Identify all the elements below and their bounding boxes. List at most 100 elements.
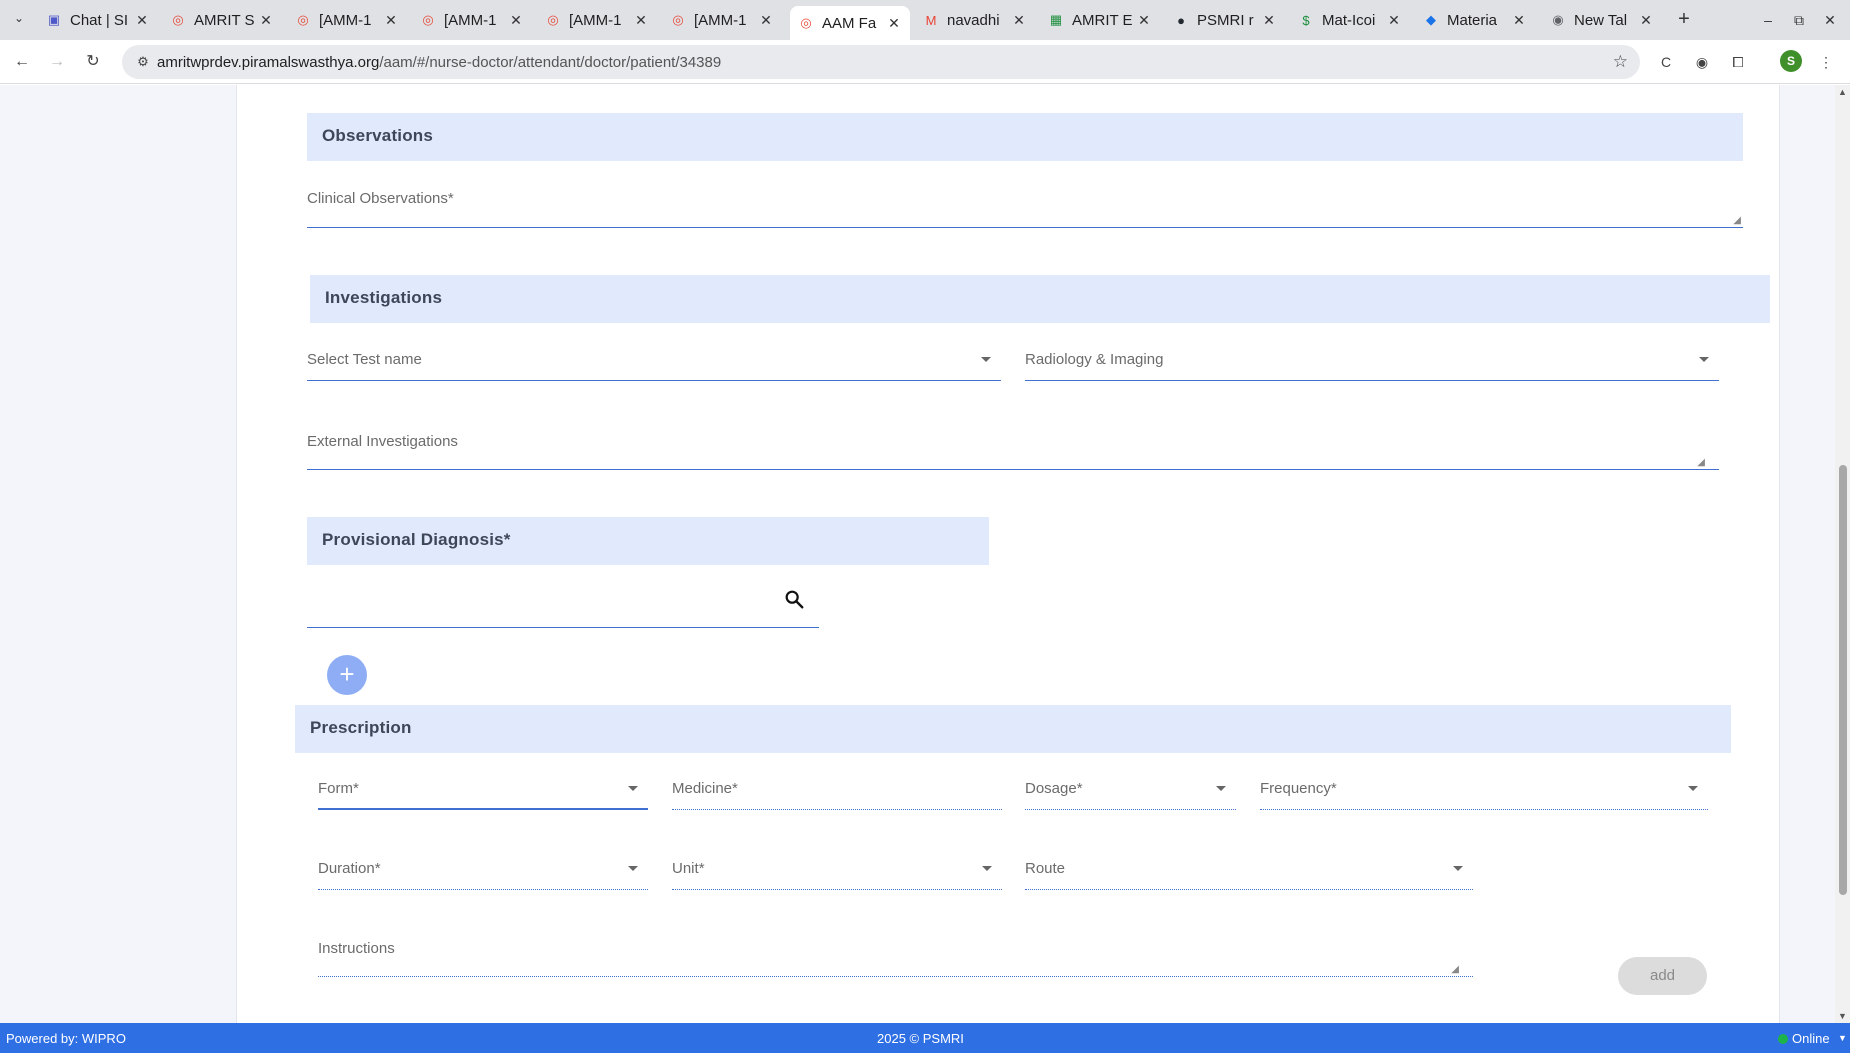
browser-tab[interactable]: ◆ Materia ✕: [1415, 6, 1535, 34]
test-name-select[interactable]: Select Test name: [307, 351, 1001, 381]
provisional-diagnosis-header: Provisional Diagnosis*: [307, 517, 989, 565]
page-content: ▲ ▼ Observations Clinical Observations* …: [0, 85, 1850, 1023]
extension-c-icon[interactable]: C: [1654, 50, 1678, 74]
browser-tab[interactable]: ▦ AMRIT E ✕: [1040, 6, 1160, 34]
tab-close-icon[interactable]: ✕: [1638, 12, 1654, 29]
instructions-label: Instructions: [318, 940, 395, 957]
clinical-observations-label: Clinical Observations*: [307, 190, 454, 207]
tab-close-icon[interactable]: ✕: [134, 12, 150, 29]
unit-label: Unit*: [672, 860, 705, 877]
form-select[interactable]: Form*: [318, 780, 648, 810]
amrit-icon: ◎: [800, 15, 812, 30]
tab-title: [AMM-1: [319, 11, 372, 29]
tab-close-icon[interactable]: ✕: [1011, 12, 1027, 29]
resize-handle-icon[interactable]: ◢: [1697, 457, 1705, 468]
add-prescription-button[interactable]: add: [1618, 957, 1707, 995]
back-arrow-icon[interactable]: ←: [10, 50, 34, 74]
dosage-select[interactable]: Dosage*: [1025, 780, 1236, 810]
browser-tab-strip: ⌄ ▣ Chat | SI ✕ ◎ AMRIT S ✕ ◎ [AMM-1 ✕ ◎ [AMM-1 ✕ ◎[…: [0, 0, 1850, 40]
browser-menu-icon[interactable]: ⋮: [1814, 50, 1838, 74]
browser-tab[interactable]: ◎ AMRIT S ✕: [162, 6, 282, 34]
tab-close-icon[interactable]: ✕: [1261, 12, 1277, 29]
scroll-down-arrow-icon[interactable]: ▼: [1838, 1033, 1847, 1043]
extensions-puzzle-icon[interactable]: ⧠: [1726, 50, 1750, 74]
powered-by-text: Powered by: WIPRO: [6, 1031, 126, 1046]
investigations-header: Investigations: [310, 275, 1770, 323]
radiology-imaging-placeholder: Radiology & Imaging: [1025, 351, 1164, 368]
tab-title: AAM Fa: [822, 14, 877, 32]
browser-tab[interactable]: ▣ Chat | SI ✕: [38, 6, 158, 34]
scrollbar-thumb[interactable]: [1839, 465, 1847, 895]
profile-avatar[interactable]: S: [1780, 50, 1802, 72]
forward-arrow-icon[interactable]: →: [45, 50, 69, 74]
online-status: Online: [1778, 1031, 1830, 1046]
browser-tab[interactable]: ◎ [AMM-1 ✕: [287, 6, 407, 34]
instructions-field[interactable]: Instructions ◢: [318, 940, 1473, 977]
field-underline: [307, 627, 819, 628]
search-icon[interactable]: [783, 588, 805, 610]
tab-close-icon[interactable]: ✕: [258, 12, 274, 29]
frequency-text: Frequency: [1260, 780, 1331, 797]
field-underline: [307, 469, 1719, 470]
resize-handle-icon[interactable]: ◢: [1451, 964, 1459, 975]
address-bar[interactable]: ⚙ amritwprdev.piramalswasthya.org/aam/#/…: [122, 45, 1640, 79]
window-close-icon[interactable]: ✕: [1818, 8, 1842, 32]
url-host: amritwprdev.piramalswasthya.org: [157, 54, 380, 71]
browser-tab[interactable]: ◎ [AMM-1 ✕: [537, 6, 657, 34]
reload-icon[interactable]: ↻: [81, 50, 105, 74]
bookmark-star-icon[interactable]: ☆: [1613, 52, 1628, 72]
browser-tab[interactable]: ◎ [AMM-1 ✕: [412, 6, 532, 34]
browser-tab[interactable]: ◎ AAM Fa ✕: [790, 6, 910, 40]
dosage-text: Dosage: [1025, 780, 1077, 797]
amrit-icon: ◎: [172, 12, 184, 27]
scroll-down-arrow-icon[interactable]: ▼: [1838, 1011, 1847, 1021]
scroll-up-arrow-icon[interactable]: ▲: [1838, 87, 1847, 97]
new-tab-plus-icon[interactable]: +: [1672, 8, 1696, 32]
field-underline: [307, 227, 1743, 228]
external-investigations-field[interactable]: External Investigations ◢: [307, 433, 1719, 470]
unit-select[interactable]: Unit*: [672, 860, 1002, 890]
browser-tab[interactable]: ◎ [AMM-1 ✕: [662, 6, 782, 34]
required-asterisk: *: [1076, 780, 1083, 797]
tab-title: AMRIT S: [194, 11, 255, 29]
color-picker-extension-icon[interactable]: ◉: [1690, 50, 1714, 74]
medicine-input[interactable]: Medicine*: [672, 780, 1002, 810]
tab-close-icon[interactable]: ✕: [1511, 12, 1527, 29]
field-underline: [672, 889, 1002, 890]
url-path: /aam/#/nurse-doctor/attendant/doctor/pat…: [379, 54, 722, 71]
tab-title: New Tal: [1574, 11, 1628, 29]
site-info-icon[interactable]: ⚙: [134, 53, 152, 71]
tab-close-icon[interactable]: ✕: [1386, 12, 1402, 29]
browser-tab[interactable]: ◉ New Tal ✕: [1542, 6, 1662, 34]
provisional-diagnosis-input[interactable]: [307, 590, 819, 628]
app-footer: Powered by: WIPRO 2025 © PSMRI Online ▼: [0, 1023, 1850, 1053]
tab-search-chevron-icon[interactable]: ⌄: [10, 11, 28, 29]
tab-close-icon[interactable]: ✕: [383, 12, 399, 29]
tab-close-icon[interactable]: ✕: [633, 12, 649, 29]
restore-icon[interactable]: ⧉: [1787, 8, 1811, 32]
field-underline: [1260, 809, 1708, 810]
tab-close-icon[interactable]: ✕: [886, 15, 902, 32]
route-select[interactable]: Route: [1025, 860, 1473, 890]
frequency-select[interactable]: Frequency*: [1260, 780, 1708, 810]
tab-close-icon[interactable]: ✕: [508, 12, 524, 29]
amrit-icon: ◎: [672, 12, 684, 27]
duration-select[interactable]: Duration*: [318, 860, 648, 890]
minimize-icon[interactable]: –: [1756, 8, 1780, 32]
tab-close-icon[interactable]: ✕: [758, 12, 774, 29]
field-underline: [318, 976, 1473, 977]
tab-title: [AMM-1: [569, 11, 622, 29]
chevron-down-icon: [628, 786, 638, 791]
browser-toolbar: ← → ↻ ⚙ amritwprdev.piramalswasthya.org/…: [0, 40, 1850, 84]
add-diagnosis-button[interactable]: +: [327, 655, 367, 695]
browser-tab[interactable]: Mnavadhi ✕: [915, 6, 1035, 34]
left-side-panel: [0, 85, 237, 1023]
radiology-imaging-select[interactable]: Radiology & Imaging: [1025, 351, 1719, 381]
tab-close-icon[interactable]: ✕: [1136, 12, 1152, 29]
browser-tab[interactable]: $ Mat-Icoi ✕: [1290, 6, 1410, 34]
duration-label: Duration*: [318, 860, 381, 877]
clinical-observations-field[interactable]: Clinical Observations* ◢: [307, 190, 1743, 228]
github-icon: ●: [1177, 12, 1185, 28]
resize-handle-icon[interactable]: ◢: [1733, 215, 1741, 226]
browser-tab[interactable]: ● PSMRI r ✕: [1165, 6, 1285, 34]
